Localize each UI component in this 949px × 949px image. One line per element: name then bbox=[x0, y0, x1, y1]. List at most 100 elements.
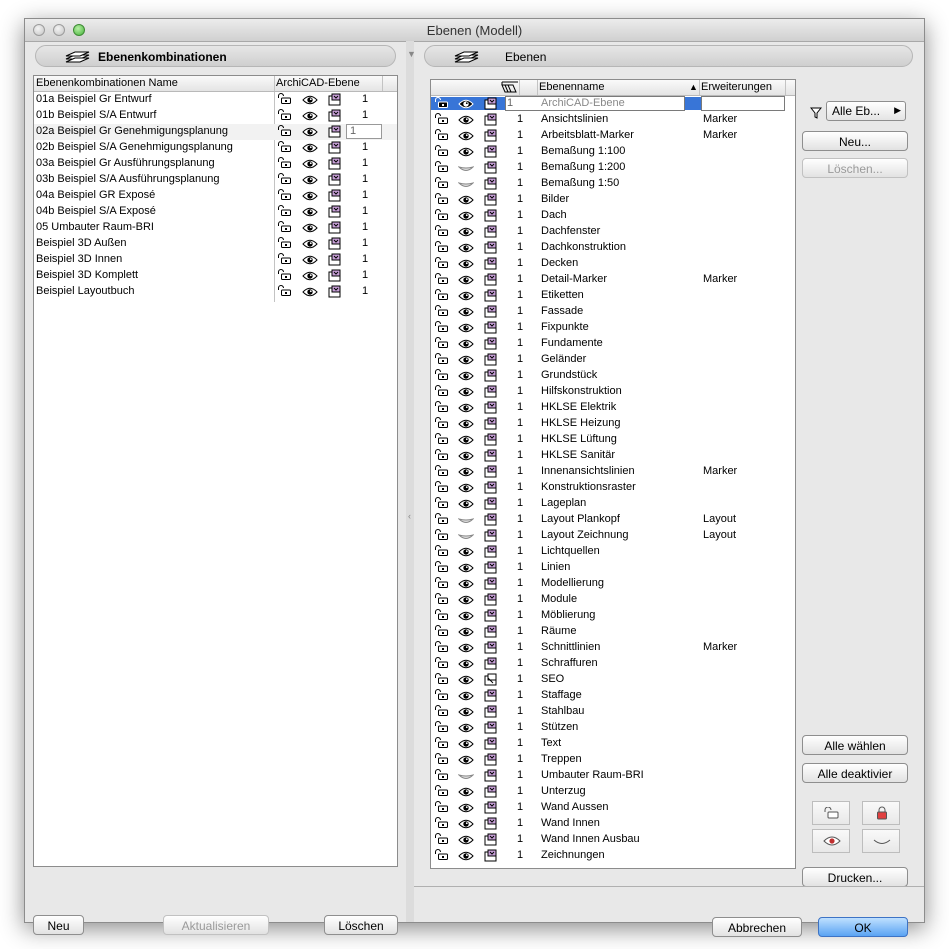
layer-icon[interactable] bbox=[484, 241, 498, 257]
delete-layer-button[interactable]: Löschen... bbox=[802, 158, 908, 178]
eye-icon[interactable] bbox=[302, 207, 318, 220]
hidden-eye-icon[interactable] bbox=[457, 771, 475, 784]
eye-icon[interactable] bbox=[458, 131, 474, 144]
eye-icon[interactable] bbox=[458, 115, 474, 128]
layer-icon[interactable] bbox=[484, 529, 498, 545]
layer-icon[interactable] bbox=[484, 353, 498, 369]
unlock-icon[interactable] bbox=[277, 253, 293, 267]
eye-icon[interactable] bbox=[458, 851, 474, 864]
eye-icon[interactable] bbox=[458, 403, 474, 416]
unlock-icon[interactable] bbox=[434, 785, 450, 799]
extensions-edit-field[interactable] bbox=[701, 96, 785, 111]
layer-row[interactable]: 1 Stahlbau bbox=[431, 704, 795, 720]
layer-row[interactable]: 1 Detail-Marker Marker bbox=[431, 272, 795, 288]
layer-row[interactable]: 1 Dachfenster bbox=[431, 224, 795, 240]
unlock-icon[interactable] bbox=[434, 193, 450, 207]
unlock-icon[interactable] bbox=[434, 529, 450, 543]
eye-icon[interactable] bbox=[458, 275, 474, 288]
layer-icon[interactable] bbox=[484, 449, 498, 465]
layer-row[interactable]: 1 Arbeitsblatt-Marker Marker bbox=[431, 128, 795, 144]
unlock-icon[interactable] bbox=[434, 481, 450, 495]
column-header-extensions[interactable]: Erweiterungen bbox=[701, 81, 772, 93]
column-header-layer-name[interactable]: Ebenenname bbox=[539, 81, 604, 93]
layer-icon[interactable] bbox=[484, 337, 498, 353]
unlock-icon[interactable] bbox=[434, 737, 450, 751]
layer-row[interactable]: 1 Dach bbox=[431, 208, 795, 224]
layer-icon[interactable] bbox=[484, 401, 498, 417]
layer-row[interactable]: 1 Konstruktionsraster bbox=[431, 480, 795, 496]
layer-row[interactable]: 1 Fixpunkte bbox=[431, 320, 795, 336]
eye-icon[interactable] bbox=[458, 243, 474, 256]
layer-row[interactable]: 1 Linien bbox=[431, 560, 795, 576]
layer-row[interactable]: 1 Bemaßung 1:200 bbox=[431, 160, 795, 176]
pane-splitter[interactable]: ▼ ‹ bbox=[406, 41, 416, 922]
layer-icon[interactable] bbox=[484, 257, 498, 273]
unlock-icon[interactable] bbox=[434, 609, 450, 623]
eye-icon[interactable] bbox=[458, 579, 474, 592]
layer-icon[interactable] bbox=[328, 125, 342, 141]
eye-icon[interactable] bbox=[458, 723, 474, 736]
eye-icon[interactable] bbox=[458, 627, 474, 640]
eye-icon[interactable] bbox=[458, 99, 474, 112]
unlock-icon[interactable] bbox=[277, 269, 293, 283]
layer-icon[interactable] bbox=[484, 97, 498, 113]
layer-icon[interactable] bbox=[484, 737, 498, 753]
layer-icon[interactable] bbox=[484, 545, 498, 561]
eye-icon[interactable] bbox=[458, 611, 474, 624]
unlock-icon[interactable] bbox=[434, 385, 450, 399]
layer-row[interactable]: 1 Fundamente bbox=[431, 336, 795, 352]
eye-icon[interactable] bbox=[302, 239, 318, 252]
layer-row[interactable]: 1 Innenansichtslinien Marker bbox=[431, 464, 795, 480]
layer-row[interactable]: 1 Umbauter Raum-BRI bbox=[431, 768, 795, 784]
layer-row[interactable]: 1 Ansichtslinien Marker bbox=[431, 112, 795, 128]
layer-icon[interactable] bbox=[484, 193, 498, 209]
unlock-icon[interactable] bbox=[434, 833, 450, 847]
layer-icon[interactable] bbox=[484, 497, 498, 513]
eye-icon[interactable] bbox=[458, 691, 474, 704]
eye-icon[interactable] bbox=[302, 191, 318, 204]
unlock-icon[interactable] bbox=[277, 173, 293, 187]
layer-row[interactable]: 1 Bemaßung 1:50 bbox=[431, 176, 795, 192]
combination-row[interactable]: 04a Beispiel GR Exposé 1 bbox=[34, 188, 397, 204]
eye-icon[interactable] bbox=[458, 563, 474, 576]
eye-icon[interactable] bbox=[458, 819, 474, 832]
column-header-name[interactable]: Ebenenkombinationen Name bbox=[36, 77, 178, 89]
layers-list[interactable]: Ebenenname ▲ Erweiterungen 1 ArchiCAD-Ebe… bbox=[430, 79, 796, 869]
layer-row[interactable]: 1 Räume bbox=[431, 624, 795, 640]
layer-row[interactable]: 1 Hilfskonstruktion bbox=[431, 384, 795, 400]
eye-icon[interactable] bbox=[458, 339, 474, 352]
update-combination-button[interactable]: Aktualisieren bbox=[163, 915, 269, 935]
column-header-archicad-layer[interactable]: ArchiCAD-Ebene bbox=[276, 77, 360, 89]
eye-icon[interactable] bbox=[458, 451, 474, 464]
layer-icon[interactable] bbox=[484, 849, 498, 865]
eye-icon[interactable] bbox=[458, 435, 474, 448]
unlock-icon[interactable] bbox=[434, 689, 450, 703]
layer-row[interactable]: 1 HKLSE Elektrik bbox=[431, 400, 795, 416]
eye-icon[interactable] bbox=[458, 499, 474, 512]
eye-icon[interactable] bbox=[458, 371, 474, 384]
unlock-icon[interactable] bbox=[434, 705, 450, 719]
layer-row[interactable]: 1 HKLSE Heizung bbox=[431, 416, 795, 432]
layer-row[interactable]: 1 Text bbox=[431, 736, 795, 752]
eye-icon[interactable] bbox=[458, 595, 474, 608]
unlock-icon[interactable] bbox=[434, 513, 450, 527]
layer-row[interactable]: 1 Wand Innen bbox=[431, 816, 795, 832]
eye-icon[interactable] bbox=[458, 755, 474, 768]
ok-button[interactable]: OK bbox=[818, 917, 908, 937]
select-all-button[interactable]: Alle wählen bbox=[802, 735, 908, 755]
eye-icon[interactable] bbox=[458, 467, 474, 480]
layer-row[interactable]: 1 Lageplan bbox=[431, 496, 795, 512]
unlock-icon[interactable] bbox=[434, 625, 450, 639]
layer-row[interactable]: 1 Layout Plankopf Layout bbox=[431, 512, 795, 528]
layer-row[interactable]: 1 Etiketten bbox=[431, 288, 795, 304]
layer-icon[interactable] bbox=[484, 721, 498, 737]
new-layer-button[interactable]: Neu... bbox=[802, 131, 908, 151]
combination-row[interactable]: Beispiel 3D Komplett 1 bbox=[34, 268, 397, 284]
layer-icon[interactable] bbox=[484, 289, 498, 305]
cancel-button[interactable]: Abbrechen bbox=[712, 917, 802, 937]
unlock-icon[interactable] bbox=[434, 273, 450, 287]
unlock-icon[interactable] bbox=[434, 257, 450, 271]
unlock-icon[interactable] bbox=[434, 657, 450, 671]
eye-icon[interactable] bbox=[458, 291, 474, 304]
combination-row[interactable]: Beispiel Layoutbuch 1 bbox=[34, 284, 397, 300]
